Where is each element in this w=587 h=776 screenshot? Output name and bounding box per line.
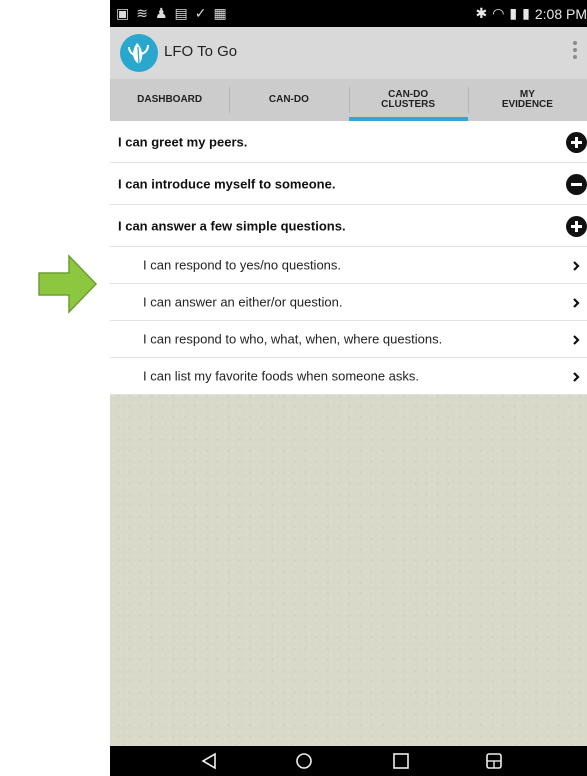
store-icon: ♟ [154,5,168,21]
row-label: I can respond to who, what, when, where … [143,331,443,347]
battery-icon: ▮ [522,5,530,21]
plus-circle-icon[interactable] [566,132,587,153]
chevron-right-icon[interactable] [571,335,581,345]
cell-signal-icon: ▮ [509,5,518,21]
wifi-signal-icon: ◠ [492,5,505,21]
multi-window-icon[interactable] [485,752,503,770]
chevron-right-icon[interactable] [571,372,581,382]
wifi-notification-icon: ≋ [136,5,148,21]
gallery-icon: ▣ [116,5,130,21]
tab-can-do-clusters[interactable]: CAN-DO CLUSTERS [348,79,469,121]
message-icon: ▤ [174,5,188,21]
green-arrow-icon [38,254,98,314]
back-icon[interactable] [201,752,217,770]
row-label: I can answer an either/or question. [143,294,343,310]
tab-can-do[interactable]: CAN-DO [229,79,348,121]
app-title: LFO To Go [164,43,238,60]
row-label: I can list my favorite foods when someon… [143,368,420,384]
tab-bar: DASHBOARD CAN-DO CAN-DO CLUSTERS MY EVIDENC… [110,79,587,121]
cluster-row[interactable]: I can answer a few simple questions. [110,205,587,247]
app-bar: LFO To Go [110,27,587,79]
can-do-row[interactable]: I can respond to who, what, when, where … [110,321,587,358]
cluster-row[interactable]: I can introduce myself to someone. [110,163,587,205]
tab-label: DASHBOARD [137,94,203,105]
clock: 2:08 PM [534,5,587,22]
navigation-bar [110,746,587,776]
can-do-row[interactable]: I can respond to yes/no questions. [110,247,587,284]
chevron-right-icon[interactable] [571,261,581,271]
minus-circle-icon[interactable] [566,174,587,195]
overflow-menu-icon[interactable] [571,41,579,63]
row-label: I can introduce myself to someone. [118,176,336,191]
can-do-list: I can greet my peers. I can introduce mys… [110,121,587,395]
bluetooth-icon: ✱ [475,5,488,21]
home-icon[interactable] [295,752,313,770]
tab-dashboard[interactable]: DASHBOARD [110,79,229,121]
phone-screen: ▣ ≋ ♟ ▤ ✓ ▦ ✱ ◠ ▮ ▮ 2:08 PM LFO To Go DA… [110,0,587,776]
tab-label: MY EVIDENCE [501,89,553,110]
row-label: I can greet my peers. [118,134,248,149]
tab-my-evidence[interactable]: MY EVIDENCE [467,79,587,121]
row-label: I can respond to yes/no questions. [143,257,342,273]
tab-label: CAN-DO CLUSTERS [381,89,436,110]
can-do-row[interactable]: I can answer an either/or question. [110,284,587,321]
plus-circle-icon[interactable] [566,216,587,237]
recents-icon[interactable] [392,752,410,770]
app-logo[interactable] [120,34,158,72]
image-icon: ▦ [213,5,227,21]
cluster-row[interactable]: I can greet my peers. [110,121,587,163]
row-label: I can answer a few simple questions. [118,218,346,233]
leaf-icon [128,43,149,65]
system-status: ✱ ◠ ▮ ▮ 2:08 PM [475,5,587,22]
tab-label: CAN-DO [268,94,309,105]
check-icon: ✓ [194,5,207,21]
notification-icons: ▣ ≋ ♟ ▤ ✓ ▦ [116,4,227,22]
can-do-row[interactable]: I can list my favorite foods when someon… [110,358,587,395]
chevron-right-icon[interactable] [571,298,581,308]
status-bar: ▣ ≋ ♟ ▤ ✓ ▦ ✱ ◠ ▮ ▮ 2:08 PM [110,0,587,27]
